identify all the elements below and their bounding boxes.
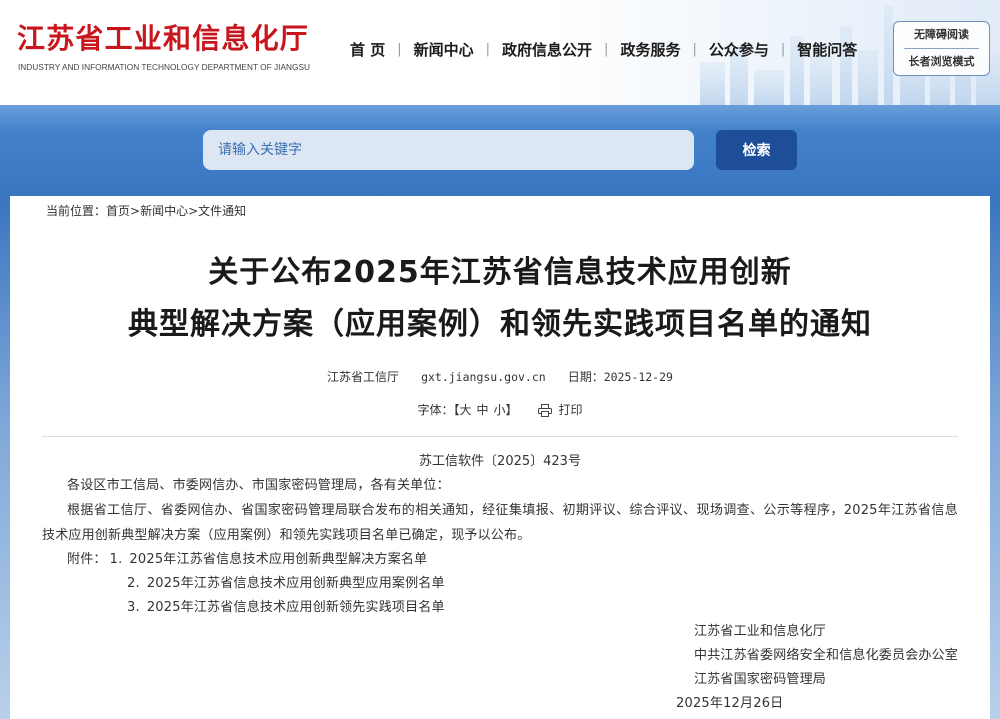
article-meta: 江苏省工信厅 gxt.jiangsu.gov.cn 日期：2025-12-29	[42, 367, 958, 387]
nav-separator: |	[604, 41, 609, 57]
breadcrumb-separator: >	[130, 204, 141, 218]
signatory: 中共江苏省委网络安全和信息化委员会办公室	[694, 648, 959, 663]
font-bracket-close: 】	[505, 403, 518, 417]
nav-item-smart-qa[interactable]: 智能问答	[797, 39, 857, 60]
document-number: 苏工信软件〔2025〕423号	[419, 454, 581, 469]
font-size-medium-button[interactable]: 中	[476, 403, 488, 417]
article-divider	[42, 436, 958, 437]
print-label: 打印	[558, 403, 583, 417]
search-banner: 检索	[0, 105, 1000, 196]
attachment-item: 3. 2025年江苏省信息技术应用创新领先实践项目名单	[42, 596, 958, 620]
breadcrumb-news-center-link[interactable]: 新闻中心	[140, 204, 188, 218]
article-source: 江苏省工信厅	[327, 370, 400, 384]
nav-separator: |	[397, 41, 402, 57]
breadcrumb: 当前位置：首页>新闻中心>文件通知	[42, 196, 958, 219]
attachment-item: 附件： 1. 2025年江苏省信息技术应用创新典型解决方案名单	[42, 548, 958, 572]
accessibility-toolbox: 无障碍阅读 长者浏览模式	[893, 21, 990, 76]
nav-item-public-participation[interactable]: 公众参与	[709, 39, 769, 60]
attachment-title: 2025年江苏省信息技术应用创新典型应用案例名单	[146, 576, 445, 591]
attachment-item: 2. 2025年江苏省信息技术应用创新典型应用案例名单	[42, 572, 958, 596]
font-size-large-button[interactable]: 大	[459, 403, 471, 417]
attachment-number: 2.	[127, 576, 140, 591]
article-date: 2025-12-29	[603, 370, 673, 384]
main-nav: 首 页 | 新闻中心 | 政府信息公开 | 政务服务 | 公众参与 | 智能问答	[350, 39, 857, 59]
attachment-number: 3.	[127, 600, 140, 615]
search-button[interactable]: 检索	[716, 130, 797, 170]
page: { "header": { "logo_cn": "江苏省工业和信息化厅", "…	[0, 0, 1000, 719]
salutation: 各设区市工信局、市委网信办、市国家密码管理局，各有关单位：	[67, 478, 450, 493]
nav-separator: |	[692, 41, 697, 57]
search-input[interactable]	[203, 130, 694, 170]
breadcrumb-file-notice-link[interactable]: 文件通知	[198, 204, 246, 218]
article-page: 当前位置：首页>新闻中心>文件通知 关于公布2025年江苏省信息技术应用创新 典…	[10, 196, 990, 719]
breadcrumb-separator: >	[188, 204, 199, 218]
attachment-number: 1.	[109, 552, 123, 567]
printer-icon	[537, 403, 552, 417]
article-title-line-2: 典型解决方案（应用案例）和领先实践项目名单的通知	[128, 307, 872, 342]
article-title-line-1: 关于公布2025年江苏省信息技术应用创新	[208, 255, 792, 290]
nav-item-government-info[interactable]: 政府信息公开	[502, 39, 592, 60]
nav-item-home[interactable]: 首 页	[350, 39, 385, 60]
font-size-label: 字体：	[417, 403, 454, 417]
signatory: 江苏省工业和信息化厅	[694, 624, 827, 639]
nav-separator: |	[780, 41, 786, 57]
body-paragraph: 根据省工信厅、省委网信办、省国家密码管理局联合发布的相关通知，经征集填报、初期评…	[42, 503, 958, 543]
article-site: gxt.jiangsu.gov.cn	[421, 370, 546, 384]
article-date-label: 日期：	[567, 370, 604, 384]
site-header: 江苏省工业和信息化厅 INDUSTRY AND INFORMATION TECH…	[0, 0, 1000, 105]
article-title: 关于公布2025年江苏省信息技术应用创新 典型解决方案（应用案例）和领先实践项目…	[42, 247, 958, 351]
article-tools: 字体：【大中小】 打印	[42, 400, 958, 420]
signature-date: 2025年12月26日	[676, 696, 784, 711]
print-button[interactable]: 打印	[537, 400, 583, 420]
attachments-label: 附件：	[67, 552, 107, 567]
font-size-small-button[interactable]: 小	[494, 403, 506, 417]
elder-mode-button[interactable]: 长者浏览模式	[894, 49, 989, 75]
signatory: 江苏省国家密码管理局	[694, 672, 827, 687]
nav-item-government-services[interactable]: 政务服务	[620, 39, 680, 60]
logo-english-name: INDUSTRY AND INFORMATION TECHNOLOGY DEPA…	[18, 62, 310, 72]
nav-separator: |	[485, 41, 491, 57]
nav-item-news-center[interactable]: 新闻中心	[414, 39, 474, 60]
attachment-title: 2025年江苏省信息技术应用创新领先实践项目名单	[146, 600, 445, 615]
attachment-title: 2025年江苏省信息技术应用创新典型解决方案名单	[129, 552, 428, 567]
breadcrumb-home-link[interactable]: 首页	[106, 204, 130, 218]
barrier-free-reading-button[interactable]: 无障碍阅读	[894, 22, 989, 48]
breadcrumb-prefix: 当前位置：	[46, 204, 107, 218]
article-date-group: 日期：2025-12-29	[568, 370, 673, 384]
search-form: 检索	[203, 130, 797, 170]
logo-chinese-name: 江苏省工业和信息化厅	[17, 22, 310, 55]
